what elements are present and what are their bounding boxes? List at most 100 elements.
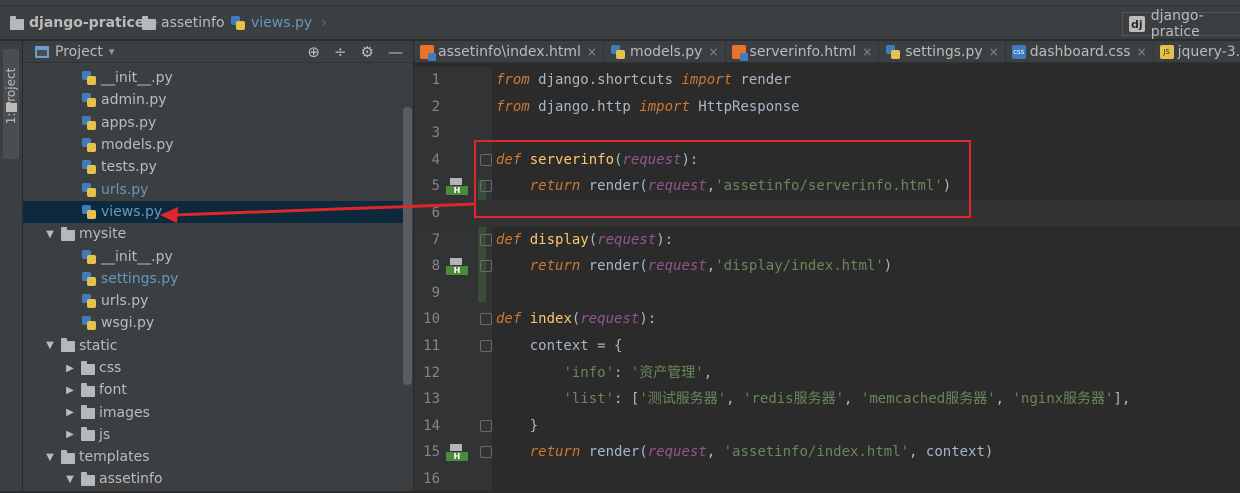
collapsed-arrow-icon[interactable]: ▶ [63,429,77,440]
tree-item-label: templates [79,449,150,466]
tab-label: jquery-3.0.0.min [1177,44,1240,60]
code-line[interactable]: 9 [414,280,1240,307]
python-file-icon [81,115,97,131]
python-file-icon [230,15,246,31]
url-mapping-gutter-icon[interactable]: H [446,258,468,276]
expanded-arrow-icon[interactable]: ▼ [43,452,57,463]
tree-item-label: assetinfo [99,471,163,488]
code-line[interactable]: 1 from django.shortcuts import render [414,67,1240,94]
collapsed-arrow-icon[interactable]: ▶ [63,385,77,396]
line-number[interactable]: 14 [414,413,440,440]
python-file-icon [81,137,97,153]
close-tab-icon[interactable]: × [989,45,999,59]
code-line[interactable]: 10 def index(request): [414,306,1240,333]
expanded-arrow-icon[interactable]: ▼ [43,229,57,240]
editor-tab[interactable]: JSjquery-3.0.0.min [1154,41,1240,63]
tree-folder[interactable]: ▼ static [23,335,403,357]
editor-tab[interactable]: models.py × [604,41,726,63]
gear-icon[interactable]: ⚙ [361,43,374,61]
line-number[interactable]: 10 [414,306,440,333]
line-number[interactable]: 13 [414,386,440,413]
code-text: from django.shortcuts import render [496,72,792,88]
code-line[interactable]: 2 from django.http import HttpResponse [414,94,1240,121]
line-number[interactable]: 9 [414,280,440,307]
editor-tab[interactable]: settings.py × [879,41,1006,63]
tree-folder[interactable]: ▶ js [23,424,403,446]
line-number[interactable]: 16 [414,466,440,493]
code-line[interactable]: 16 [414,466,1240,493]
breadcrumb-file[interactable]: views.py › [230,6,327,40]
expanded-arrow-icon[interactable]: ▼ [43,340,57,351]
editor-tab[interactable]: css dashboard.css × [1006,41,1154,63]
tree-folder[interactable]: ▼ assetinfo [23,468,403,490]
fold-marker-icon[interactable] [480,446,492,459]
tree-file[interactable]: admin.py [23,89,403,111]
fold-marker-icon[interactable] [480,419,492,432]
collapse-all-icon[interactable]: ÷ [334,43,347,61]
folder-icon [6,103,17,112]
tree-file[interactable]: apps.py [23,112,403,134]
tree-file[interactable]: urls.py [23,290,403,312]
code-line[interactable]: 14 } [414,413,1240,440]
close-tab-icon[interactable]: × [862,45,872,59]
tree-folder[interactable]: ▶ images [23,401,403,423]
fold-marker-icon[interactable] [480,313,492,326]
code-line[interactable]: 13 'list': ['测试服务器', 'redis服务器', 'memcac… [414,386,1240,413]
code-line[interactable]: 7 def display(request): [414,227,1240,254]
tree-file[interactable]: tests.py [23,156,403,178]
fold-marker-icon[interactable] [480,260,492,273]
tab-label: assetinfo\index.html [438,44,581,60]
line-number[interactable]: 4 [414,147,440,174]
editor-tab[interactable]: serverinfo.html × [726,41,880,63]
fold-marker-icon[interactable] [480,233,492,246]
line-number[interactable]: 11 [414,333,440,360]
tree-folder[interactable]: ▼ templates [23,446,403,468]
line-number[interactable]: 7 [414,227,440,254]
tree-item-label: images [99,404,150,421]
panel-toolbar: ⊕ ÷ ⚙ — [307,41,403,63]
code-line[interactable]: 15 H return render(request, 'assetinfo/in… [414,439,1240,466]
locate-file-icon[interactable]: ⊕ [307,43,320,61]
breadcrumb-folder[interactable]: assetinfo › [142,6,239,40]
code-line[interactable]: 8H return render(request,'display/index.… [414,253,1240,280]
tree-file[interactable]: __init__.py [23,245,403,267]
hide-panel-icon[interactable]: — [388,43,403,61]
code-area[interactable]: 1 from django.shortcuts import render 2 fro… [414,67,1240,493]
expanded-arrow-icon[interactable]: ▼ [63,474,77,485]
code-line[interactable]: 11 context = { [414,333,1240,360]
close-tab-icon[interactable]: × [587,45,597,59]
line-number[interactable]: 1 [414,67,440,94]
line-number[interactable]: 12 [414,360,440,387]
line-number[interactable]: 3 [414,120,440,147]
tree-folder[interactable]: ▶ font [23,379,403,401]
line-number[interactable]: 15 [414,439,440,466]
tree-file[interactable]: models.py [23,134,403,156]
tree-file[interactable]: wsgi.py [23,312,403,334]
collapsed-arrow-icon[interactable]: ▶ [63,363,77,374]
fold-marker-icon[interactable] [480,339,492,352]
url-mapping-gutter-icon[interactable]: H [446,444,468,462]
breadcrumb-project[interactable]: django-pratice › [10,6,159,40]
line-number[interactable]: 2 [414,94,440,121]
python-file-icon [81,315,97,331]
tree-folder[interactable]: ▶ css [23,357,403,379]
line-number[interactable]: 8 [414,253,440,280]
tree-folder[interactable]: ▼ mysite [23,223,403,245]
tree-file[interactable]: __init__.py [23,67,403,89]
run-configuration-selector[interactable]: dj django-pratice [1122,8,1240,40]
collapsed-arrow-icon[interactable]: ▶ [63,407,77,418]
url-mapping-gutter-icon[interactable]: H [446,178,468,196]
tool-window-strip: 1: Project [0,41,23,491]
tree-file[interactable]: settings.py [23,268,403,290]
close-tab-icon[interactable]: × [1137,45,1147,59]
dropdown-arrow-icon[interactable]: ▾ [109,45,115,58]
tree-item-label: css [99,360,122,376]
project-panel-header[interactable]: Project ▾ ⊕ ÷ ⚙ — [23,41,413,63]
editor-tab[interactable]: assetinfo\index.html × [414,41,604,63]
code-line[interactable]: 12 'info': '资产管理', [414,360,1240,387]
code-text: from django.http import HttpResponse [496,98,800,115]
code-text: 'list': ['测试服务器', 'redis服务器', 'memcached… [563,391,1131,408]
close-tab-icon[interactable]: × [708,45,718,59]
tab-label: settings.py [905,44,983,60]
tree-scrollbar[interactable] [403,107,412,385]
